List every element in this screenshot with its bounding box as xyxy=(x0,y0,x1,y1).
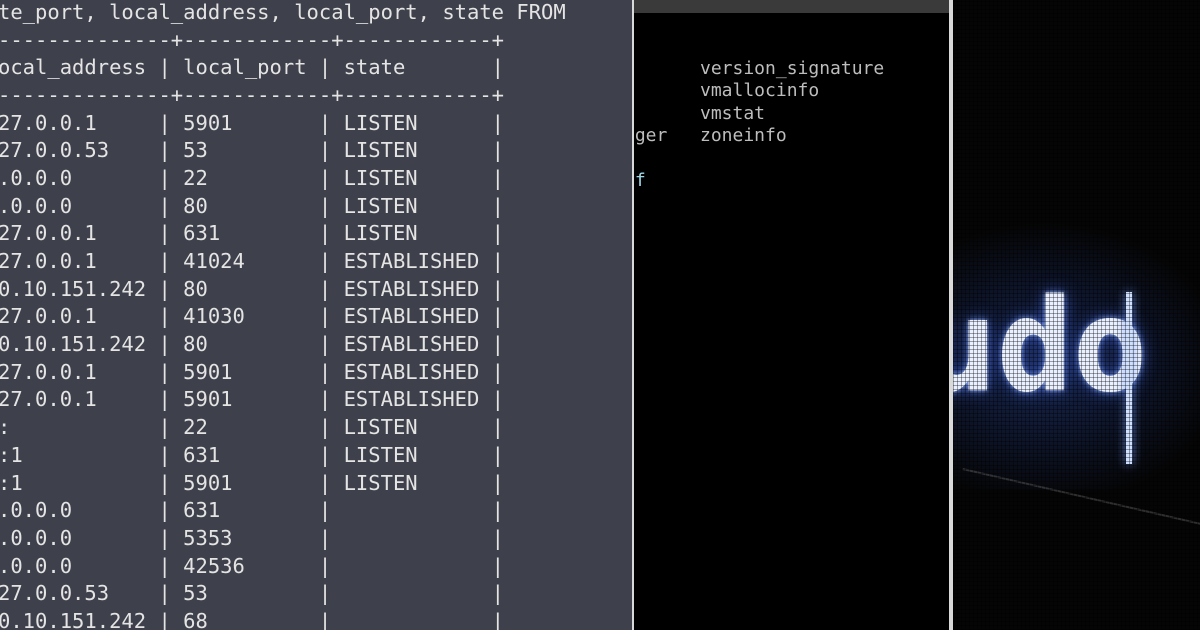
ls-entry: version_signature xyxy=(700,58,885,79)
sql-result-table: --------------+------------+------------… xyxy=(0,27,504,630)
ls-entry: vmallocinfo xyxy=(700,80,820,102)
ls-entry: zoneinfo xyxy=(700,125,787,147)
table-row: 27.0.0.1 | 41024 | ESTABLISHED | xyxy=(0,249,505,273)
table-row: 27.0.0.1 | 5901 | ESTABLISHED | xyxy=(0,359,505,384)
table-row: 27.0.0.53 | 53 | | xyxy=(0,581,505,606)
table-header-row: ocal_address | local_port | state | xyxy=(0,55,505,80)
table-row: 0.10.151.242 | 80 | ESTABLISHED | xyxy=(0,332,505,357)
table-row: : | 22 | LISTEN | xyxy=(0,415,505,440)
table-row: 27.0.0.53 | 53 | LISTEN | xyxy=(0,138,505,163)
table-row: 27.0.0.1 | 5901 | ESTABLISHED | xyxy=(0,387,505,412)
table-row: :1 | 631 | LISTEN | xyxy=(0,442,505,467)
table-row: 27.0.0.1 | 5901 | LISTEN | xyxy=(0,110,505,135)
table-border-row: --------------+------------+------------… xyxy=(0,82,505,107)
ls-entry: vmstat xyxy=(700,102,766,124)
ls-entry-fragment: gger xyxy=(634,125,668,146)
table-row: .0.0.0 | 631 | | xyxy=(0,498,505,523)
table-row: .0.0.0 | 80 | LISTEN | xyxy=(0,193,505,218)
table-row: .0.0.0 | 5353 | | xyxy=(0,525,505,550)
ls-column-right: version_signature vmallocinfo vmstat zonein… xyxy=(700,58,884,148)
ls-column-left: gger lft xyxy=(634,125,667,215)
sql-query-line: te_port, local_address, local_port, stat… xyxy=(0,0,566,24)
table-row: 27.0.0.1 | 41030 | ESTABLISHED | xyxy=(0,304,505,329)
table-row: .0.0.0 | 22 | LISTEN | xyxy=(0,165,505,190)
table-border-row: --------------+------------+------------… xyxy=(0,27,505,52)
table-row: 27.0.0.1 | 631 | LISTEN | xyxy=(0,221,505,246)
ls-entry-fragment: lf xyxy=(634,169,646,191)
table-row: :1 | 5901 | LISTEN | xyxy=(0,470,505,495)
table-row: .0.0.0 | 42536 | | xyxy=(0,553,505,578)
pixel-grid-overlay xyxy=(953,0,1200,630)
sudo-photo-panel: udo xyxy=(953,0,1200,630)
ls-entry-fragment: t xyxy=(634,192,667,214)
ls-terminal-panel: version_signature vmallocinfo vmstat zonein… xyxy=(634,0,949,630)
ls-entry-fragment xyxy=(634,147,667,169)
sql-terminal-panel: te_port, local_address, local_port, stat… xyxy=(0,0,632,630)
table-row: 0.10.151.242 | 80 | ESTABLISHED | xyxy=(0,276,505,301)
terminal-titlebar xyxy=(634,0,949,13)
table-row: 0.10.151.242 | 68 | | xyxy=(0,608,505,630)
